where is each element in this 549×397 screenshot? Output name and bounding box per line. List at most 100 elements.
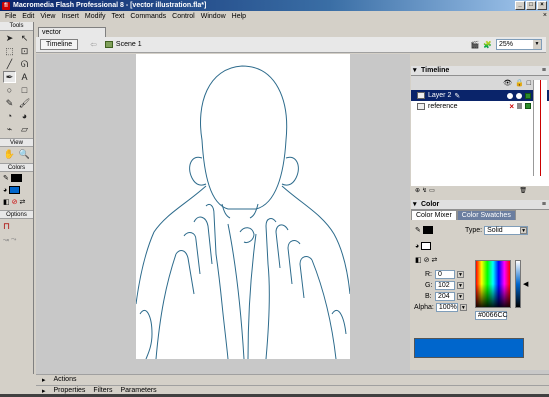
menu-file[interactable]: File: [2, 13, 19, 20]
timeline-toggle-button[interactable]: Timeline: [40, 39, 79, 50]
color-panel-header[interactable]: Color ≡: [411, 200, 549, 210]
lasso-tool-icon[interactable]: ᘏ: [18, 58, 31, 70]
type-dropdown[interactable]: Solid ▼: [484, 226, 529, 235]
right-hand: [265, 218, 277, 359]
color-panel: Color ≡ Color Mixer Color Swatches ✎ ◕ ◧…: [411, 200, 549, 360]
document-close-icon[interactable]: ×: [543, 12, 547, 19]
menu-modify[interactable]: Modify: [82, 13, 109, 20]
stroke-color-swatch[interactable]: [10, 174, 22, 182]
line-tool-icon[interactable]: ╱: [3, 58, 16, 70]
options-section-label: Options: [0, 210, 33, 219]
menu-edit[interactable]: Edit: [19, 13, 37, 20]
tab-color-swatches[interactable]: Color Swatches: [456, 210, 516, 220]
green-input[interactable]: 102: [435, 281, 455, 290]
outline-square-icon[interactable]: [525, 102, 531, 109]
document-tab[interactable]: vector illustration.fla*: [38, 27, 106, 45]
zoom-tool-icon[interactable]: 🔍: [18, 148, 31, 160]
menu-commands[interactable]: Commands: [127, 13, 169, 20]
hidden-x-icon[interactable]: ×: [509, 102, 514, 111]
layer-row-reference[interactable]: reference ×: [411, 101, 549, 112]
scene-icon: [104, 41, 113, 48]
tab-color-mixer[interactable]: Color Mixer: [411, 210, 457, 220]
layer-row-layer-2[interactable]: Layer 2 ✎: [411, 90, 549, 101]
zoom-dropdown[interactable]: 25% ▼: [496, 39, 542, 50]
lock-column-icon[interactable]: 🔒: [515, 79, 524, 87]
pencil-tool-icon[interactable]: ✎: [3, 97, 16, 109]
snap-magnet-icon[interactable]: ⊓: [3, 221, 10, 232]
fill-color-swatch[interactable]: [9, 186, 21, 194]
menu-view[interactable]: View: [37, 13, 58, 20]
straighten-icon[interactable]: ⤳: [11, 236, 17, 244]
blue-dropdown-icon[interactable]: ▼: [457, 293, 464, 300]
trash-icon[interactable]: 🗑: [519, 187, 527, 194]
mixer-stroke-swatch[interactable]: [422, 226, 433, 234]
no-color-swatch[interactable]: [421, 242, 432, 250]
default-colors-icon[interactable]: ◧: [415, 256, 422, 264]
menu-window[interactable]: Window: [198, 13, 229, 20]
insert-folder-icon[interactable]: ▭: [429, 187, 435, 194]
maximize-button[interactable]: □: [526, 1, 536, 10]
eye-column-icon[interactable]: 👁: [503, 79, 512, 87]
oval-tool-icon[interactable]: ○: [3, 84, 16, 96]
stage-canvas[interactable]: [136, 54, 350, 359]
red-dropdown-icon[interactable]: ▼: [457, 271, 464, 278]
edit-symbol-icon[interactable]: 🧩: [483, 41, 492, 49]
color-spectrum[interactable]: [475, 260, 511, 308]
hex-input[interactable]: #0066CC: [475, 311, 508, 320]
swap-colors-icon[interactable]: ⇄: [20, 198, 26, 206]
alpha-dropdown-icon[interactable]: ▼: [459, 304, 467, 311]
default-colors-icon[interactable]: ◧: [3, 198, 10, 206]
pen-tool-icon[interactable]: ✒: [3, 71, 16, 83]
back-arrow-icon[interactable]: ⇦: [90, 40, 97, 49]
green-dropdown-icon[interactable]: ▼: [457, 282, 464, 289]
color-preview-swatch: [414, 338, 524, 358]
timeline-panel-header[interactable]: Timeline ≡: [411, 66, 549, 76]
blue-input[interactable]: 204: [435, 292, 455, 301]
options-row-2: ↝ ⤳: [0, 234, 33, 246]
tab-filters[interactable]: Filters: [93, 387, 112, 394]
motion-guide-icon[interactable]: ↯: [422, 187, 427, 194]
free-transform-tool-icon[interactable]: ⬚: [3, 45, 16, 57]
eraser-tool-icon[interactable]: ▱: [18, 123, 31, 135]
brightness-arrow-icon[interactable]: ◀: [523, 280, 528, 288]
tab-parameters[interactable]: Parameters: [120, 387, 156, 394]
swap-colors-icon[interactable]: ⇄: [432, 256, 438, 264]
ink-bottle-tool-icon[interactable]: ◔: [3, 110, 16, 122]
edit-scene-icon[interactable]: 🎬: [471, 41, 480, 49]
red-input[interactable]: 0: [435, 270, 455, 279]
panel-menu-icon[interactable]: ≡: [542, 66, 546, 76]
hand-tool-icon[interactable]: ✋: [3, 148, 16, 160]
menu-help[interactable]: Help: [229, 13, 249, 20]
alpha-row: Alpha: 100% ▼: [414, 303, 467, 312]
gradient-transform-tool-icon[interactable]: ⊡: [18, 45, 31, 57]
minimize-button[interactable]: _: [515, 1, 525, 10]
panel-menu-icon[interactable]: ≡: [542, 200, 546, 210]
outline-column-icon[interactable]: □: [527, 80, 531, 87]
scene-breadcrumb[interactable]: Scene 1: [104, 41, 142, 48]
no-color-icon[interactable]: ⊘: [12, 198, 18, 206]
subselection-tool-icon[interactable]: ↖: [18, 32, 31, 44]
rectangle-tool-icon[interactable]: □: [18, 84, 31, 96]
insert-layer-icon[interactable]: ⊕: [415, 187, 420, 194]
outline-square-icon[interactable]: [525, 92, 531, 99]
close-button[interactable]: ×: [537, 1, 547, 10]
tab-properties[interactable]: Properties: [54, 387, 86, 394]
menu-control[interactable]: Control: [169, 13, 198, 20]
selection-tool-icon[interactable]: ➤: [3, 32, 16, 44]
playhead[interactable]: [540, 80, 541, 176]
locked-icon[interactable]: [517, 102, 522, 109]
actions-panel-bar[interactable]: ▸ Actions: [36, 374, 549, 384]
alpha-input[interactable]: 100%: [435, 303, 458, 312]
fill-color-row: ◕: [0, 184, 33, 196]
menu-text[interactable]: Text: [109, 13, 128, 20]
no-color-icon[interactable]: ⊘: [424, 256, 430, 264]
eyedropper-tool-icon[interactable]: ⌁: [3, 123, 16, 135]
brightness-slider[interactable]: [515, 260, 521, 308]
brush-tool-icon[interactable]: 🖌: [18, 97, 31, 109]
paint-bucket-tool-icon[interactable]: ◕: [18, 110, 31, 122]
smooth-icon[interactable]: ↝: [3, 236, 9, 244]
visibility-dot-icon[interactable]: [507, 92, 513, 99]
text-tool-icon[interactable]: A: [18, 71, 31, 83]
menu-insert[interactable]: Insert: [58, 13, 82, 20]
lock-dot-icon[interactable]: [516, 92, 522, 99]
